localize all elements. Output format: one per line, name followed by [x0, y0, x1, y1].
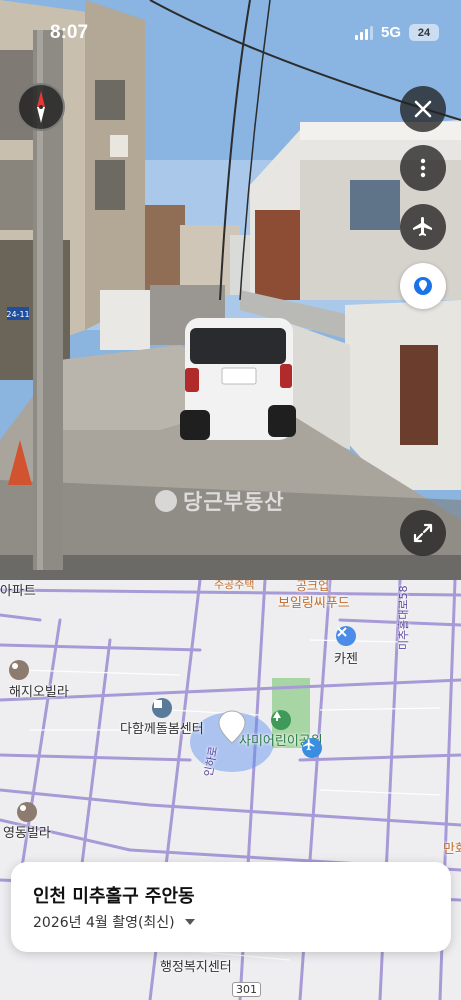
- watermark: 당근부동산: [155, 486, 285, 516]
- capture-date-text: 2026년 4월 촬영(최신): [33, 915, 175, 931]
- chevron-down-icon: [184, 919, 195, 925]
- map-label-boiler: 보일링씨푸드: [278, 596, 350, 611]
- villa-bottom-poi-icon[interactable]: [17, 802, 37, 822]
- location-button[interactable]: [400, 263, 446, 309]
- map-label-center: 다함께돌봄센터: [120, 722, 204, 737]
- address-plate-text: 24-11: [6, 310, 29, 319]
- map-label-number: 301: [232, 982, 261, 997]
- map-label-right-edge: 만화: [443, 842, 461, 857]
- street-view-screen: 24-11 8:07 5G 24 당근부동산 아파트 주공주택 공크업 보일링씨…: [0, 0, 461, 1000]
- status-icons: 5G 24: [354, 24, 439, 41]
- close-button[interactable]: [400, 86, 446, 132]
- battery-level: 24: [417, 26, 431, 39]
- airplane-button[interactable]: [400, 204, 446, 250]
- map-label-cafe: 카젠: [334, 652, 358, 667]
- signal-icon: [354, 25, 373, 40]
- capture-date-selector[interactable]: 2026년 4월 촬영(최신): [33, 912, 195, 932]
- map-label-admin-center: 행정복지센터: [160, 960, 232, 975]
- more-vertical-icon: [420, 158, 426, 178]
- location-title: 인천 미추홀구 주안동: [33, 886, 195, 907]
- location-pin-icon: [414, 277, 432, 295]
- map-label-villa-left: 해지오빌라: [9, 685, 69, 700]
- more-options-button[interactable]: [400, 145, 446, 191]
- network-type: 5G: [380, 24, 401, 41]
- expand-button[interactable]: [400, 510, 446, 556]
- location-info-card[interactable]: 인천 미추홀구 주안동 2026년 4월 촬영(최신): [11, 862, 451, 952]
- watermark-text: 당근부동산: [183, 490, 285, 514]
- expand-icon: [413, 523, 433, 543]
- center-poi-icon[interactable]: [152, 698, 172, 718]
- compass-button[interactable]: [17, 83, 65, 131]
- airplane-icon: [413, 217, 432, 236]
- villa-left-poi-icon[interactable]: [9, 660, 29, 680]
- status-bar: 8:07 5G 24: [0, 0, 461, 64]
- airplane-poi-icon[interactable]: [302, 738, 322, 758]
- status-time: 8:07: [50, 22, 89, 43]
- park-poi-icon[interactable]: [271, 710, 291, 730]
- battery-icon: 24: [409, 24, 439, 41]
- cafe-poi-icon[interactable]: [336, 626, 356, 646]
- map-label-top: 주공주택: [214, 580, 255, 591]
- map-label-apartment: 아파트: [0, 584, 36, 599]
- map-label-road-vertical: 미추홀대로58: [397, 585, 410, 650]
- compass-icon: [37, 91, 45, 123]
- close-icon: [414, 100, 432, 118]
- street-view-panorama[interactable]: 24-11 8:07 5G 24 당근부동산: [0, 0, 461, 580]
- map-label-villa-bottom: 영동빌라: [3, 826, 51, 841]
- carrot-logo-icon: [155, 490, 177, 512]
